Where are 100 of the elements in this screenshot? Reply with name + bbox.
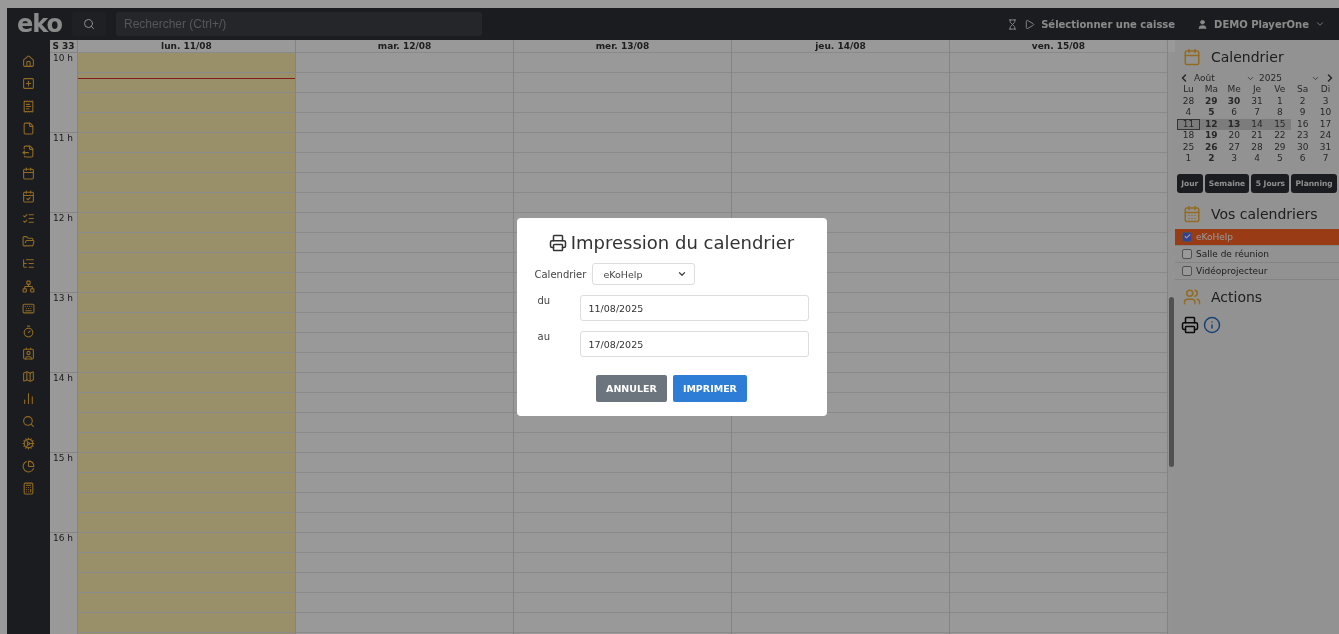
calendar-day[interactable]: 4 <box>1245 153 1269 165</box>
calendar-day[interactable]: 11 <box>1177 118 1200 130</box>
calendar-day[interactable]: 25 <box>1177 141 1200 153</box>
file-export-icon[interactable] <box>22 142 35 160</box>
hour-label: 14 h <box>50 372 77 452</box>
hour-label: 13 h <box>50 292 77 372</box>
calendar-day[interactable]: 18 <box>1177 130 1200 142</box>
print-button[interactable]: IMPRIMER <box>672 375 747 402</box>
checkbox[interactable] <box>1182 231 1192 242</box>
calendar-day[interactable]: 6 <box>1222 107 1246 119</box>
calendar-day[interactable]: 4 <box>1177 107 1200 119</box>
hour-label: 10 h <box>50 52 77 132</box>
contact-card-icon[interactable] <box>22 344 35 363</box>
calendar-day[interactable]: 22 <box>1268 130 1292 142</box>
home-icon[interactable] <box>22 52 35 70</box>
user-icon <box>1197 18 1209 30</box>
calendar-day[interactable]: 28 <box>1245 141 1269 153</box>
search-button[interactable] <box>72 12 106 36</box>
calendar-day[interactable]: 30 <box>1222 95 1246 107</box>
calendar-select[interactable]: eKoHelp <box>592 263 696 285</box>
calendar-item[interactable]: Vidéoprojecteur <box>1175 262 1339 280</box>
calendar-day[interactable]: 8 <box>1268 107 1292 119</box>
receipt-icon[interactable] <box>22 97 35 115</box>
user-menu[interactable]: DEMO PlayerOne <box>1191 14 1331 34</box>
network-icon[interactable] <box>22 277 35 295</box>
calendar-day[interactable]: 5 <box>1268 153 1292 165</box>
weekday-label: Sa <box>1296 84 1310 96</box>
weekday-label: Di <box>1319 84 1332 96</box>
date-field[interactable]: 11/08/2025 <box>579 295 809 321</box>
hour-label: 12 h <box>50 212 77 292</box>
printer-icon <box>548 233 567 252</box>
settings-icon[interactable] <box>22 434 35 453</box>
calendar-day[interactable]: 14 <box>1245 118 1269 130</box>
calendar-day[interactable]: 7 <box>1245 107 1269 119</box>
calendar-day[interactable]: 19 <box>1199 130 1223 142</box>
weekday-label: Ve <box>1273 84 1287 96</box>
month-select[interactable]: Août <box>1194 73 1255 83</box>
calendar-day[interactable]: 2 <box>1291 95 1315 107</box>
search-icon <box>83 18 95 30</box>
calendar-day[interactable]: 9 <box>1291 107 1315 119</box>
calendar-day[interactable]: 20 <box>1222 130 1246 142</box>
calculator-icon[interactable] <box>22 479 35 498</box>
calendar-day[interactable]: 1 <box>1268 95 1292 107</box>
checkbox[interactable] <box>1182 248 1192 259</box>
calendar-day[interactable]: 3 <box>1314 95 1337 107</box>
calendar-day[interactable]: 17 <box>1314 118 1337 130</box>
calendar-day[interactable]: 24 <box>1314 130 1337 142</box>
calendar-check-icon[interactable] <box>22 187 35 205</box>
scrollbar-thumb[interactable] <box>1169 297 1174 467</box>
field-label: Calendrier <box>534 268 587 280</box>
info-icon[interactable] <box>1203 315 1221 334</box>
calendar-day[interactable]: 21 <box>1245 130 1269 142</box>
print-icon[interactable] <box>1181 315 1199 334</box>
date-field[interactable]: 17/08/2025 <box>579 331 809 357</box>
calendar-day[interactable]: 15 <box>1268 118 1292 130</box>
calendar-day[interactable]: 12 <box>1199 118 1223 130</box>
checkbox[interactable] <box>1182 265 1192 276</box>
weekday-label: Je <box>1251 84 1263 96</box>
weekday-label: Lu <box>1182 84 1195 96</box>
calendar-day[interactable]: 16 <box>1291 118 1315 130</box>
cancel-button[interactable]: ANNULER <box>596 375 667 402</box>
field-label: du <box>536 295 552 306</box>
calendar-day[interactable]: 1 <box>1177 153 1200 165</box>
calendar-day[interactable]: 26 <box>1199 141 1223 153</box>
calendar-day[interactable]: 27 <box>1222 141 1246 153</box>
calendar-item[interactable]: eKoHelp <box>1175 228 1339 246</box>
logo: eko <box>17 10 62 38</box>
chevron-down-icon <box>677 269 688 279</box>
file-icon[interactable] <box>22 119 35 138</box>
calendar-day[interactable]: 6 <box>1291 153 1315 165</box>
calendar-icon <box>1183 48 1201 66</box>
calendar-day[interactable]: 5 <box>1199 107 1223 119</box>
calendar-day[interactable]: 2 <box>1199 153 1223 165</box>
calendar-icon[interactable] <box>22 164 35 183</box>
timer-icon[interactable] <box>22 322 35 340</box>
calendar-day[interactable]: 28 <box>1177 95 1200 107</box>
users-icon <box>1183 287 1201 306</box>
calendar-item[interactable]: Salle de réunion <box>1175 245 1339 263</box>
calendar-name: Salle de réunion <box>1196 248 1269 259</box>
register-button[interactable]: Sélectionner une caisse <box>1001 14 1182 34</box>
year-select[interactable]: 2025 <box>1259 73 1320 83</box>
calendar-day[interactable]: 13 <box>1222 118 1246 130</box>
section-title: Vos calendriers <box>1211 205 1318 222</box>
calendar-day[interactable]: 10 <box>1314 107 1337 119</box>
calendar-day[interactable]: 29 <box>1268 141 1292 153</box>
play-icon <box>1024 18 1036 30</box>
hour-label: 11 h <box>50 132 77 212</box>
calendar-day[interactable]: 31 <box>1314 141 1337 153</box>
calendar-day[interactable]: 3 <box>1222 153 1246 165</box>
weekday-label: Ma <box>1203 84 1219 96</box>
weekday-label: Me <box>1226 84 1242 96</box>
calendar-day[interactable]: 7 <box>1314 153 1337 165</box>
calendar-day[interactable]: 30 <box>1291 141 1315 153</box>
hour-label: 16 h <box>50 532 77 612</box>
calendar-day[interactable]: 29 <box>1199 95 1223 107</box>
calendar-name: Vidéoprojecteur <box>1196 265 1268 276</box>
calendar-icon <box>1183 204 1201 223</box>
calendar-day[interactable]: 23 <box>1291 130 1315 142</box>
section-title: Calendrier <box>1211 49 1284 65</box>
calendar-day[interactable]: 31 <box>1245 95 1269 107</box>
